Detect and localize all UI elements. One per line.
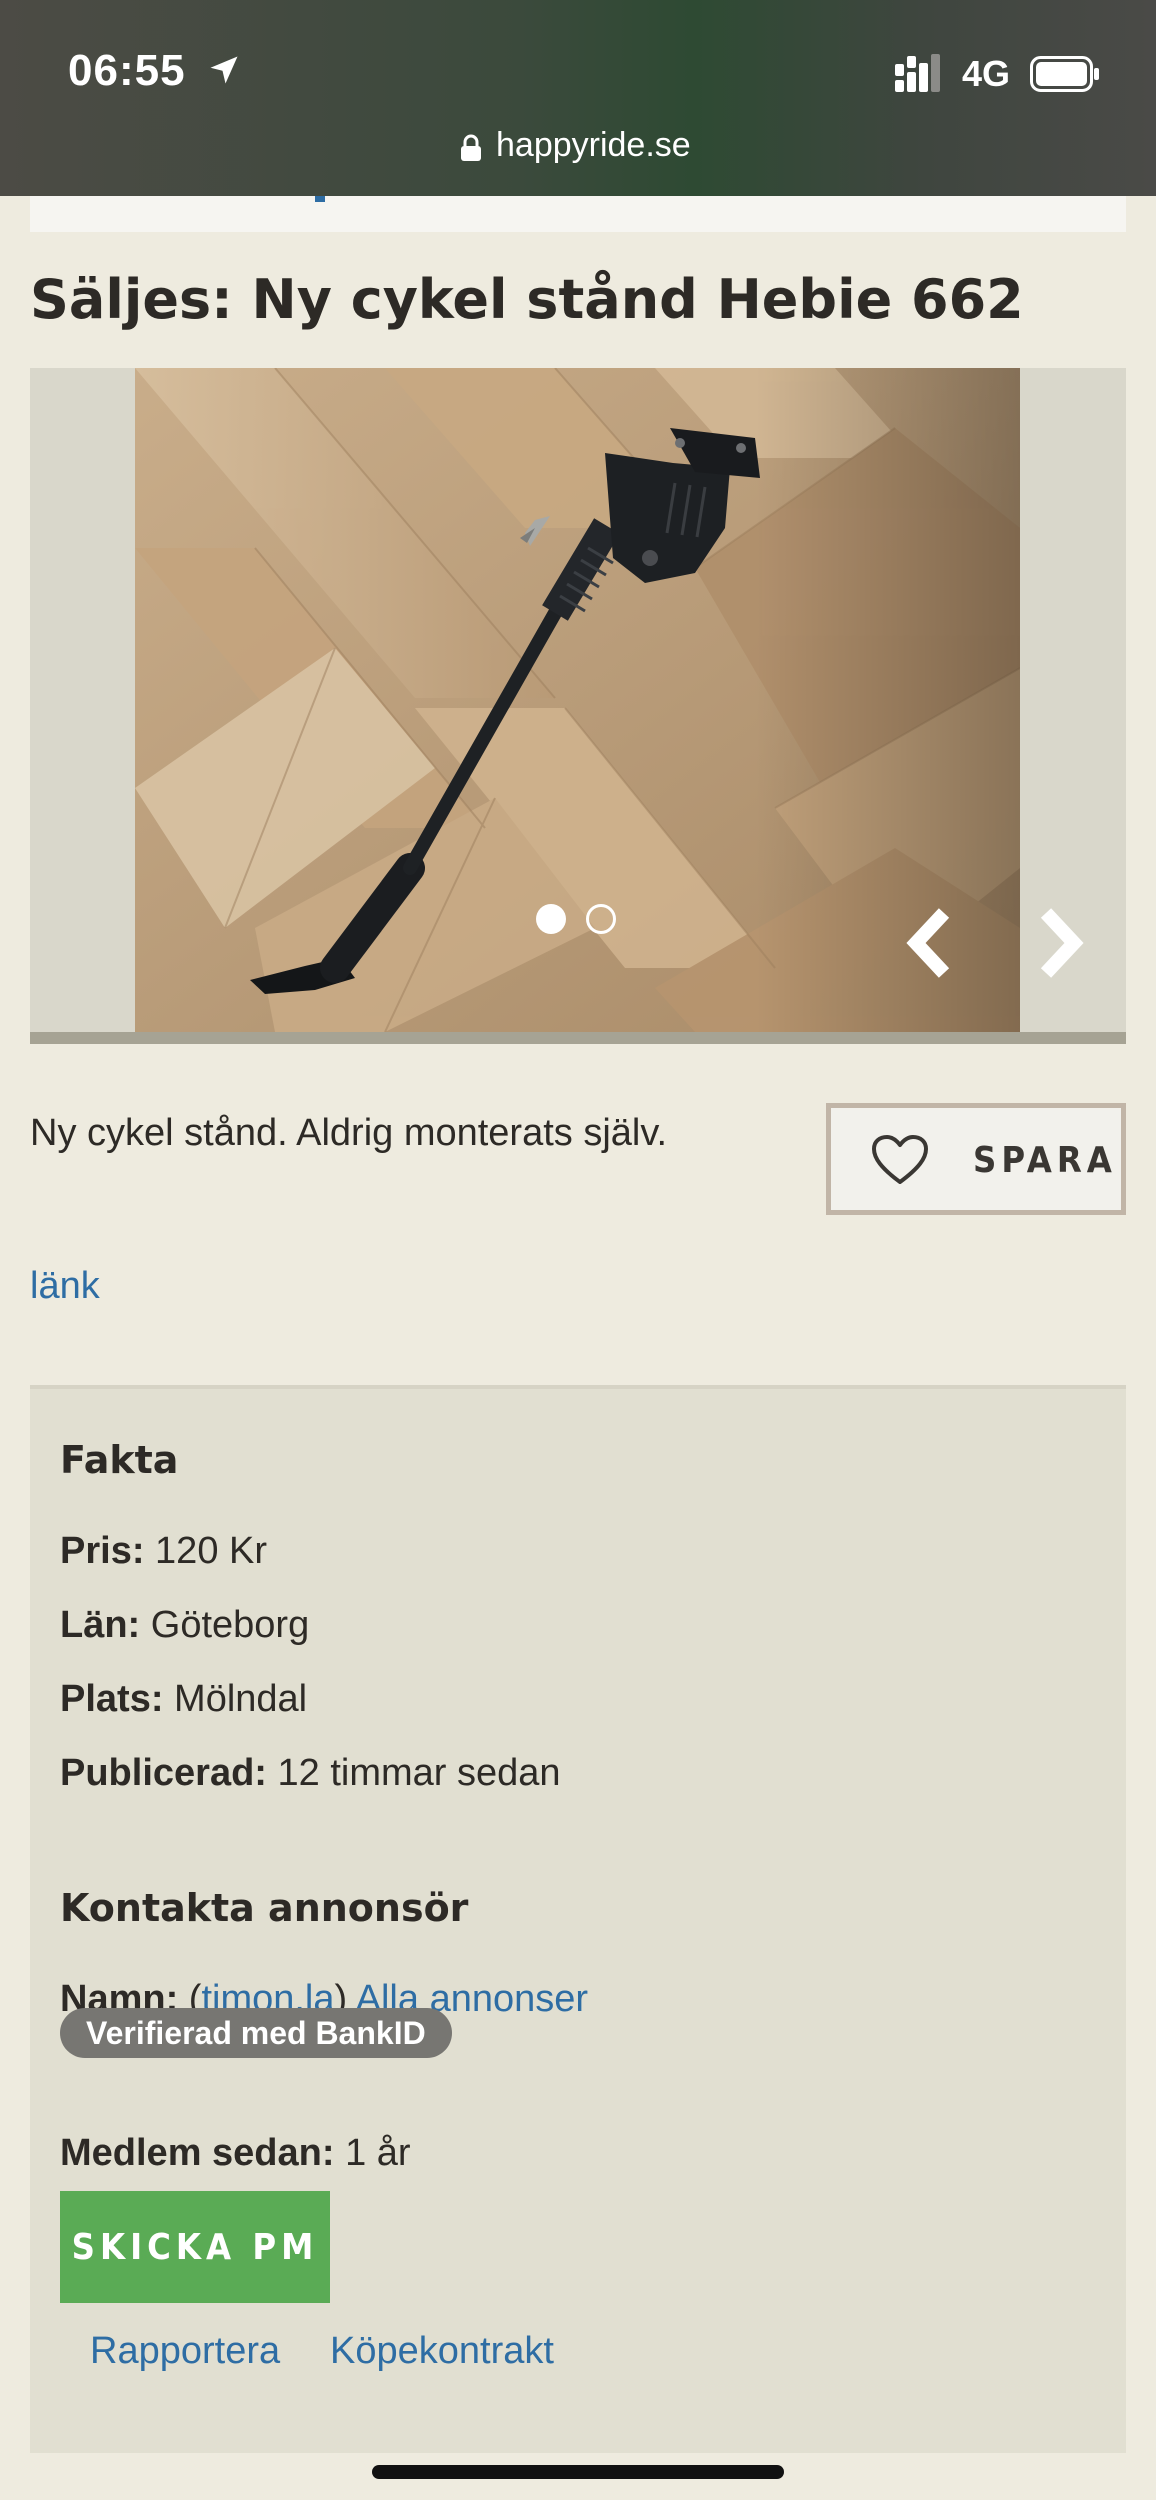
fact-published: Publicerad: 12 timmar sedan — [60, 1752, 561, 1795]
bankid-verified-badge: Verifierad med BankID — [60, 2008, 452, 2058]
fact-county: Län: Göteborg — [60, 1604, 309, 1647]
fact-label: Plats: — [60, 1678, 164, 1720]
home-indicator[interactable] — [372, 2465, 784, 2479]
fact-value: Mölndal — [174, 1678, 308, 1720]
gallery-bottom-bar — [30, 1032, 1126, 1044]
send-pm-button[interactable]: SKICKA PM — [60, 2191, 330, 2303]
fact-price: Pris: 120 Kr — [60, 1530, 267, 1573]
fact-label: Län: — [60, 1604, 141, 1646]
member-since-label: Medlem sedan: — [60, 2132, 335, 2174]
save-button[interactable]: SPARA — [826, 1103, 1126, 1215]
address-bar-url[interactable]: happyride.se — [496, 126, 691, 165]
battery-icon — [1030, 56, 1099, 92]
gallery-dot[interactable] — [586, 904, 616, 934]
listing-description: Ny cykel stånd. Aldrig monterats själv. — [30, 1112, 668, 1154]
facts-heading: Fakta — [60, 1438, 179, 1482]
network-type: 4G — [962, 53, 1011, 94]
ios-status-bar: 06:55 4G happyride.se — [0, 0, 1156, 196]
cellular-signal-icon — [895, 54, 940, 92]
member-since-row: Medlem sedan: 1 år — [60, 2132, 411, 2175]
save-button-label: SPARA — [973, 1140, 1117, 1181]
member-since-value: 1 år — [345, 2132, 411, 2174]
listing-photo[interactable] — [135, 368, 1020, 1032]
kickstand-photo-illustration — [135, 368, 1020, 1032]
page-title: Säljes: Ny cykel stånd Hebie 662 — [30, 268, 1024, 331]
gallery-dot-active[interactable] — [536, 904, 566, 934]
chevron-left-icon[interactable] — [900, 903, 960, 983]
report-link[interactable]: Rapportera — [90, 2330, 280, 2373]
fact-place: Plats: Mölndal — [60, 1678, 307, 1721]
previous-section-strip — [30, 196, 1126, 232]
lock-icon — [461, 134, 481, 161]
clock-time: 06:55 — [68, 46, 186, 95]
fact-label: Publicerad: — [60, 1752, 267, 1794]
contact-heading: Kontakta annonsör — [60, 1886, 469, 1930]
chevron-right-icon[interactable] — [1030, 903, 1090, 983]
fact-value: 120 Kr — [155, 1530, 268, 1572]
purchase-contract-link[interactable]: Köpekontrakt — [330, 2330, 554, 2373]
fact-label: Pris: — [60, 1530, 145, 1572]
clipped-link-fragment — [315, 196, 325, 202]
fact-value: Göteborg — [150, 1604, 310, 1646]
external-link[interactable]: länk — [30, 1265, 100, 1308]
heart-icon — [872, 1135, 928, 1184]
fact-value: 12 timmar sedan — [277, 1752, 561, 1794]
location-arrow-icon — [210, 56, 238, 84]
